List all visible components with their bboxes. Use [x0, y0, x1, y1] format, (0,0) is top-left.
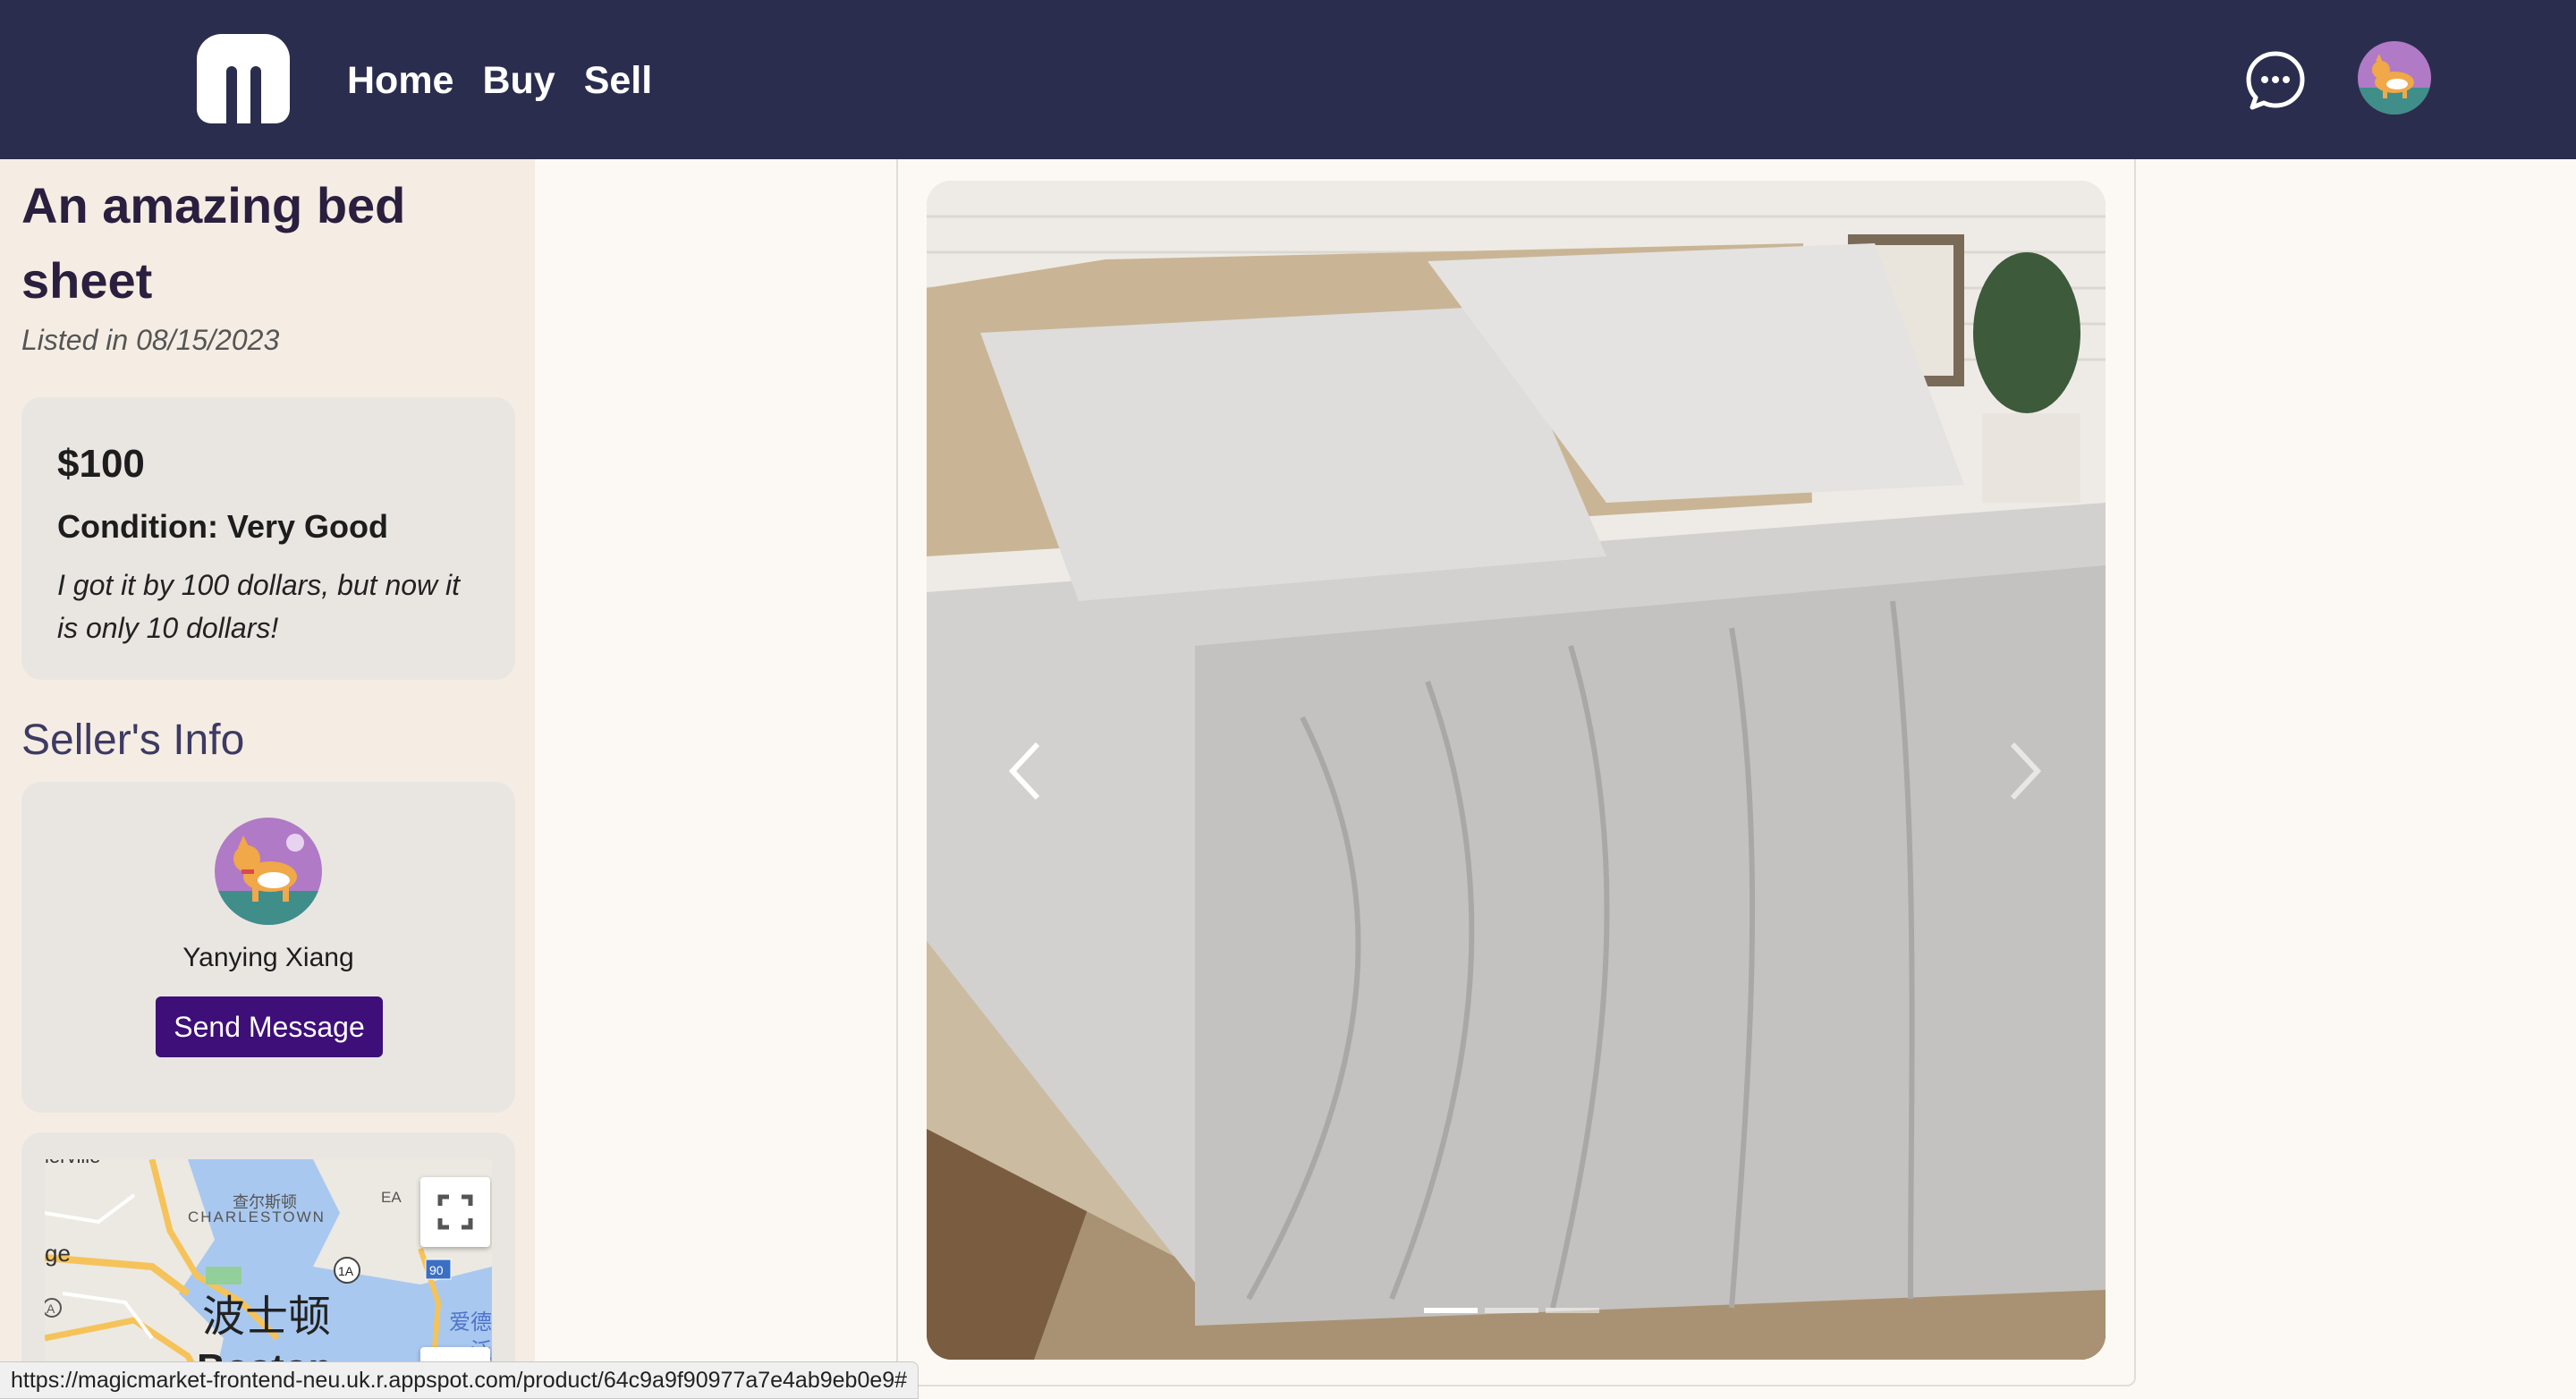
product-image-carousel	[927, 181, 2106, 1360]
send-message-button[interactable]: Send Message	[156, 996, 383, 1057]
carousel-indicators	[1424, 1308, 1599, 1313]
product-sidebar: An amazing bed sheet Listed in 08/15/202…	[0, 159, 535, 1399]
seller-info-heading: Seller's Info	[21, 716, 245, 764]
top-navbar: Home Buy Sell	[0, 0, 2576, 159]
fullscreen-icon	[437, 1194, 473, 1230]
map-label-boston-zh: 波士顿	[202, 1292, 331, 1342]
map-card: 查尔斯顿 CHARLESTOWN 波士顿 Boston 1A 90 爱德 ier…	[21, 1132, 515, 1399]
map-label-east: 爱德	[449, 1310, 492, 1335]
nav-links: Home Buy Sell	[347, 52, 652, 109]
listed-date: Listed in 08/15/2023	[21, 324, 280, 356]
chevron-right-icon	[2010, 742, 2042, 801]
nav-home-link[interactable]: Home	[347, 52, 453, 109]
carousel-prev-button[interactable]	[991, 735, 1063, 807]
price-card: $100 Condition: Very Good I got it by 10…	[21, 397, 515, 680]
seller-avatar[interactable]	[215, 818, 322, 925]
nav-buy-link[interactable]: Buy	[482, 52, 555, 109]
map-partial-label: ierville	[45, 1159, 100, 1167]
condition: Condition: Very Good	[57, 508, 388, 545]
carousel-indicator[interactable]	[1485, 1308, 1538, 1313]
product-description: I got it by 100 dollars, but now it is o…	[57, 569, 461, 644]
seller-card: Yanying Xiang Send Message	[21, 782, 515, 1113]
map-route-1a: 1A	[338, 1264, 354, 1278]
map-partial-label: EA	[381, 1189, 402, 1206]
carousel-next-button[interactable]	[1987, 735, 2059, 807]
carousel-indicator[interactable]	[1424, 1308, 1478, 1313]
logo-icon[interactable]	[197, 34, 290, 123]
chat-bubble-icon[interactable]	[2243, 48, 2308, 113]
price: $100	[57, 442, 145, 486]
map-partial-label: ge	[45, 1240, 71, 1267]
bed-sheet-photo	[927, 181, 2106, 1360]
map-fullscreen-button[interactable]	[420, 1177, 490, 1247]
page-root: Home Buy Sell An amazing bed sheet Liste…	[0, 0, 2576, 1399]
browser-status-url: https://magicmarket-frontend-neu.uk.r.ap…	[0, 1361, 919, 1399]
map-label-charlestown: CHARLESTOWN	[188, 1208, 326, 1225]
user-avatar[interactable]	[2358, 41, 2431, 114]
chevron-left-icon	[1008, 742, 1040, 801]
map-partial-label: A	[47, 1301, 55, 1316]
product-title: An amazing bed sheet	[21, 177, 406, 309]
map-route-90: 90	[429, 1263, 444, 1277]
carousel-indicator[interactable]	[1546, 1308, 1599, 1313]
nav-sell-link[interactable]: Sell	[584, 52, 653, 109]
seller-name: Yanying Xiang	[182, 943, 354, 972]
